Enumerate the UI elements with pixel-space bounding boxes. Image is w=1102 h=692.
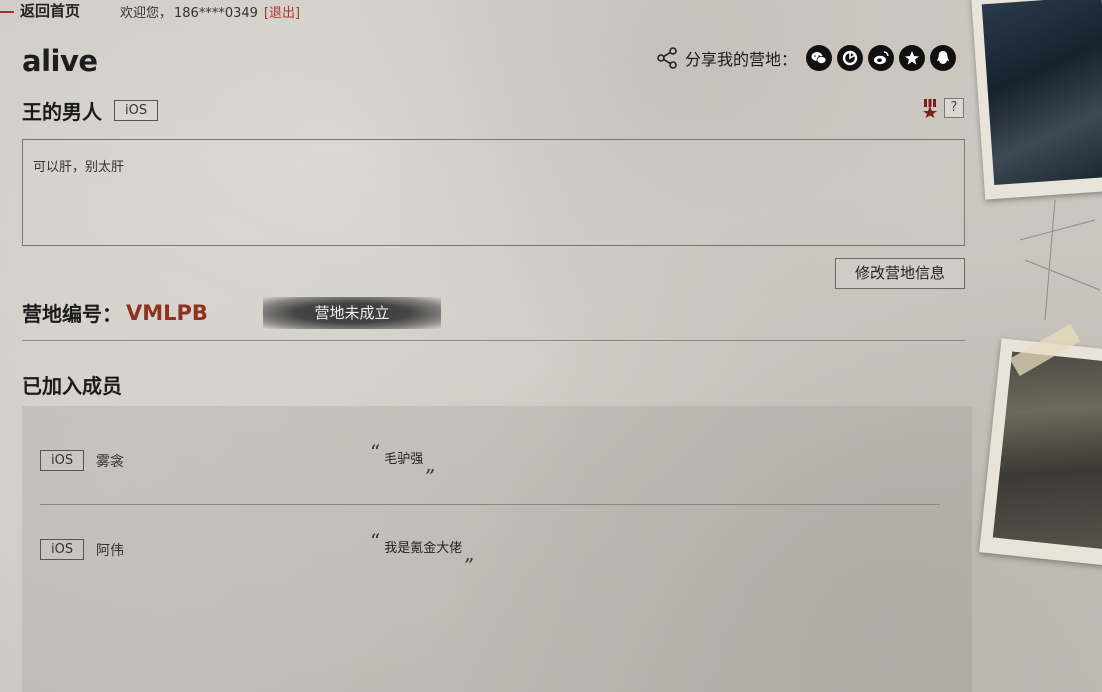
badge-group: ? (920, 98, 964, 118)
wechat-moments-icon[interactable] (837, 45, 864, 71)
edit-camp-info-button[interactable]: 修改营地信息 (835, 258, 965, 289)
decorative-photo-top (971, 0, 1102, 200)
share-icon (657, 47, 677, 69)
camp-description: 可以肝，别太肝 (22, 139, 965, 246)
members-title: 已加入成员 (22, 374, 122, 398)
welcome-prefix: 欢迎您， (120, 6, 173, 21)
share-label: 分享我的营地： (685, 50, 798, 69)
back-home-link[interactable]: 返回首页 (0, 0, 80, 21)
qq-icon[interactable] (930, 45, 957, 71)
member-name: 雾衾 (96, 454, 124, 470)
rank-chevron-icon (923, 99, 937, 118)
camp-id-label: 营地编号： (22, 302, 122, 326)
member-platform-tag: iOS (40, 450, 85, 471)
decorative-photo-bottom (979, 338, 1102, 567)
quote-close-mark: „ (464, 541, 475, 565)
quote-open-mark: “ (370, 440, 381, 464)
camp-id-row: 营地编号： VMLPB (22, 298, 208, 327)
qzone-icon[interactable] (899, 45, 926, 71)
photo-image (992, 351, 1102, 550)
camp-id-value: VMLPB (126, 300, 208, 325)
member-name: 阿伟 (96, 543, 124, 559)
member-quote-text: 毛驴强 (384, 452, 424, 467)
member-quote: “毛驴强 „ (370, 440, 436, 476)
photo-image (981, 0, 1102, 185)
member-platform-tag: iOS (40, 539, 85, 560)
camp-status-badge: 营地未成立 (263, 297, 441, 329)
member-row[interactable]: iOS 雾衾 “毛驴强 „ (40, 440, 940, 490)
back-dash-icon (0, 10, 14, 13)
member-row[interactable]: iOS 阿伟 “我是氪金大佬 „ (40, 529, 940, 579)
user-phone: 186****0349 (174, 6, 258, 21)
member-quote: “我是氪金大佬 „ (370, 529, 475, 565)
member-quote-text: 我是氪金大佬 (384, 541, 463, 556)
quote-close-mark: „ (425, 452, 436, 476)
logout-link[interactable]: [退出] (264, 6, 300, 21)
members-panel: iOS 雾衾 “毛驴强 „ iOS 阿伟 “我是氪金大佬 „ (22, 406, 972, 692)
top-bar: 返回首页 欢迎您， 186****0349 [退出] (0, 0, 700, 22)
camp-title: alive (22, 44, 98, 78)
owner-platform-tag: iOS (114, 100, 159, 121)
section-divider (22, 340, 965, 341)
weibo-icon[interactable] (868, 45, 895, 71)
welcome-text: 欢迎您， 186****0349 [退出] (120, 2, 300, 21)
member-separator (40, 504, 940, 505)
owner-row: 王的男人 iOS (22, 96, 159, 125)
decorative-sketch (1019, 200, 1101, 320)
share-bar: 分享我的营地： (655, 44, 957, 72)
help-icon[interactable]: ? (944, 98, 964, 118)
back-home-label: 返回首页 (20, 2, 81, 20)
owner-name: 王的男人 (22, 100, 102, 124)
wechat-icon[interactable] (806, 45, 833, 71)
quote-open-mark: “ (370, 529, 381, 553)
